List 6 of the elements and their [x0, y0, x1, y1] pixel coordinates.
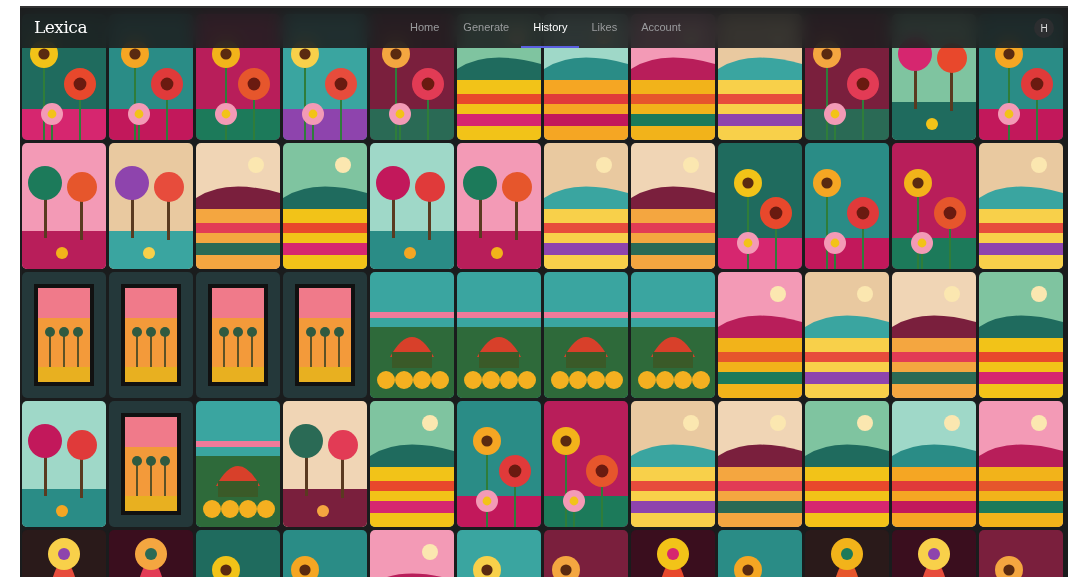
- nav-link[interactable]: Likes: [579, 8, 630, 48]
- nav-link[interactable]: Account: [629, 8, 693, 48]
- nav-link[interactable]: Home: [398, 8, 452, 48]
- logo[interactable]: Lexica: [34, 15, 88, 41]
- nav-link[interactable]: Generate: [451, 8, 522, 48]
- avatar-button[interactable]: H: [1034, 18, 1054, 38]
